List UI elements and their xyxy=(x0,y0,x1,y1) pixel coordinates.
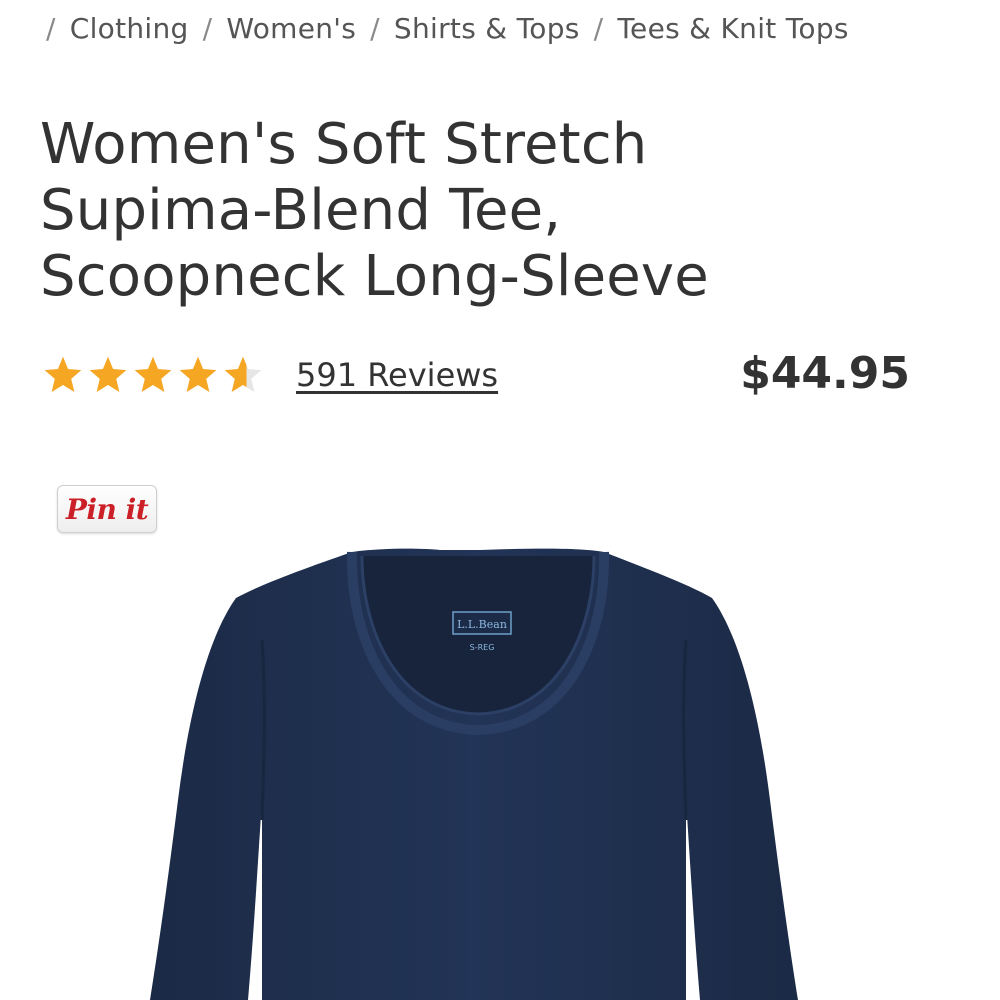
star-icon xyxy=(44,356,82,392)
star-icon xyxy=(89,356,127,392)
breadcrumb-item-womens[interactable]: Women's xyxy=(226,12,356,45)
star-icon xyxy=(179,356,217,392)
breadcrumb-item-shirts-tops[interactable]: Shirts & Tops xyxy=(394,12,580,45)
product-title-line: Scoopneck Long-Sleeve xyxy=(40,244,709,309)
breadcrumb-item-tees-knit-tops[interactable]: Tees & Knit Tops xyxy=(617,12,848,45)
pin-it-button[interactable]: Pin it xyxy=(57,485,157,533)
garment-label-size: S-REG xyxy=(470,643,495,652)
reviews-link[interactable]: 591 Reviews xyxy=(296,352,498,398)
breadcrumb-separator: / xyxy=(370,11,380,45)
breadcrumb-separator: / xyxy=(202,11,213,45)
product-title-line: Supima-Blend Tee, xyxy=(40,178,562,243)
garment-label-brand: L.L.Bean xyxy=(457,618,507,631)
breadcrumb-separator: / xyxy=(46,11,56,45)
product-title-line: Women's Soft Stretch xyxy=(40,112,648,177)
breadcrumb-item-clothing[interactable]: Clothing xyxy=(70,12,189,45)
product-price: $44.95 xyxy=(740,348,910,399)
star-icon xyxy=(224,356,262,392)
product-title: Women's Soft Stretch Supima-Blend Tee, S… xyxy=(40,112,940,310)
star-icon xyxy=(134,356,172,392)
rating-stars xyxy=(42,354,267,396)
star-rating[interactable] xyxy=(42,352,267,398)
breadcrumb-separator: / xyxy=(593,11,604,45)
pin-it-label: Pin it xyxy=(65,492,149,526)
product-image: L.L.Bean S-REG xyxy=(150,548,798,1000)
breadcrumb: / Clothing / Women's / Shirts & Tops / T… xyxy=(46,6,863,50)
